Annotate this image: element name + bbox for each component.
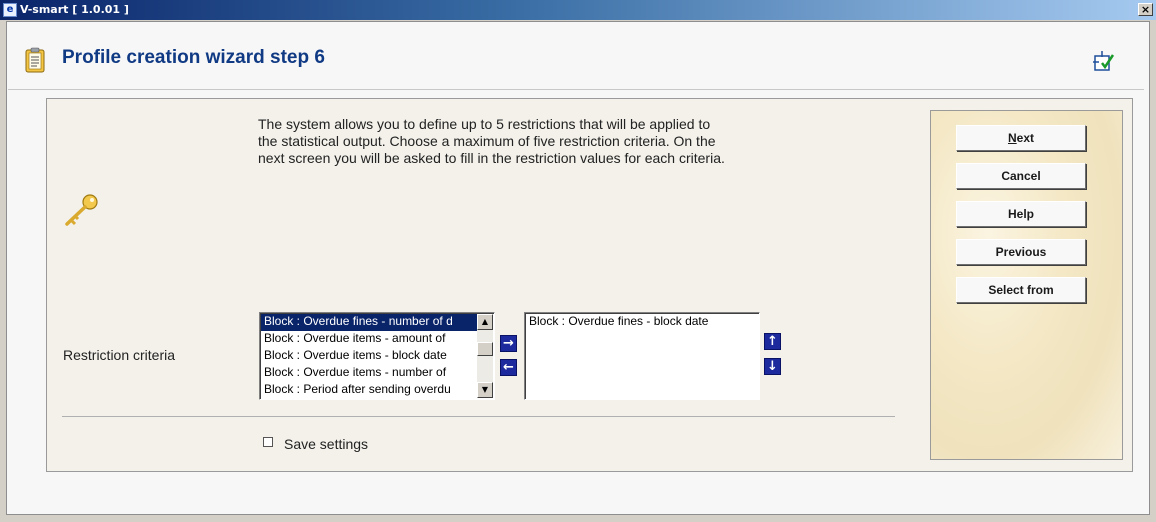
chosen-criteria-list[interactable]: Block : Overdue fines - block date — [524, 312, 760, 400]
list-item[interactable]: Block : Period after sending overdu — [261, 382, 477, 399]
scroll-up-icon[interactable]: ▲ — [477, 314, 493, 330]
move-up-button[interactable]: ↑ — [764, 333, 781, 350]
wizard-button-panel: Next Cancel Help Previous Select from — [930, 110, 1123, 460]
header-divider — [8, 89, 1144, 90]
scroll-thumb[interactable] — [477, 342, 493, 356]
available-criteria-list[interactable]: Block : Overdue fines - number of d Bloc… — [259, 312, 495, 400]
help-button[interactable]: Help — [956, 201, 1086, 227]
cancel-button[interactable]: Cancel — [956, 163, 1086, 189]
save-settings-label: Save settings — [284, 436, 369, 452]
key-icon — [65, 194, 98, 226]
window-titlebar: e V-smart [ 1.0.01 ] × — [0, 0, 1156, 20]
next-button[interactable]: Next — [956, 125, 1086, 151]
intro-text: The system allows you to define up to 5 … — [258, 116, 725, 166]
window-title: V-smart [ 1.0.01 ] — [20, 3, 129, 16]
list-item[interactable]: Block : Overdue fines - block date — [526, 314, 758, 331]
next-accelerator: N — [1007, 131, 1017, 145]
next-label-rest: ext — [1016, 131, 1034, 145]
move-down-button[interactable]: ↓ — [764, 358, 781, 375]
clipboard-icon — [25, 47, 45, 73]
list-scrollbar[interactable]: ▲ ▼ — [477, 314, 493, 398]
window-close-button[interactable]: × — [1138, 3, 1153, 16]
help-context-icon[interactable] — [1093, 51, 1115, 73]
move-right-button[interactable]: → — [500, 335, 517, 352]
scroll-down-icon[interactable]: ▼ — [477, 382, 493, 398]
save-settings-checkbox[interactable] — [263, 437, 273, 447]
page-title: Profile creation wizard step 6 — [62, 47, 325, 68]
restriction-criteria-label: Restriction criteria — [63, 347, 176, 363]
previous-button[interactable]: Previous — [956, 239, 1086, 265]
form-divider — [62, 416, 895, 417]
list-item[interactable]: Block : Overdue items - block date — [261, 348, 477, 365]
list-item[interactable]: Block : Overdue items - number of — [261, 365, 477, 382]
select-from-button[interactable]: Select from — [956, 277, 1086, 303]
application-icon: e — [3, 3, 17, 17]
list-item[interactable]: Block : Overdue fines - number of d — [261, 314, 477, 331]
move-left-button[interactable]: ← — [500, 359, 517, 376]
list-item[interactable]: Block : Overdue items - amount of — [261, 331, 477, 348]
